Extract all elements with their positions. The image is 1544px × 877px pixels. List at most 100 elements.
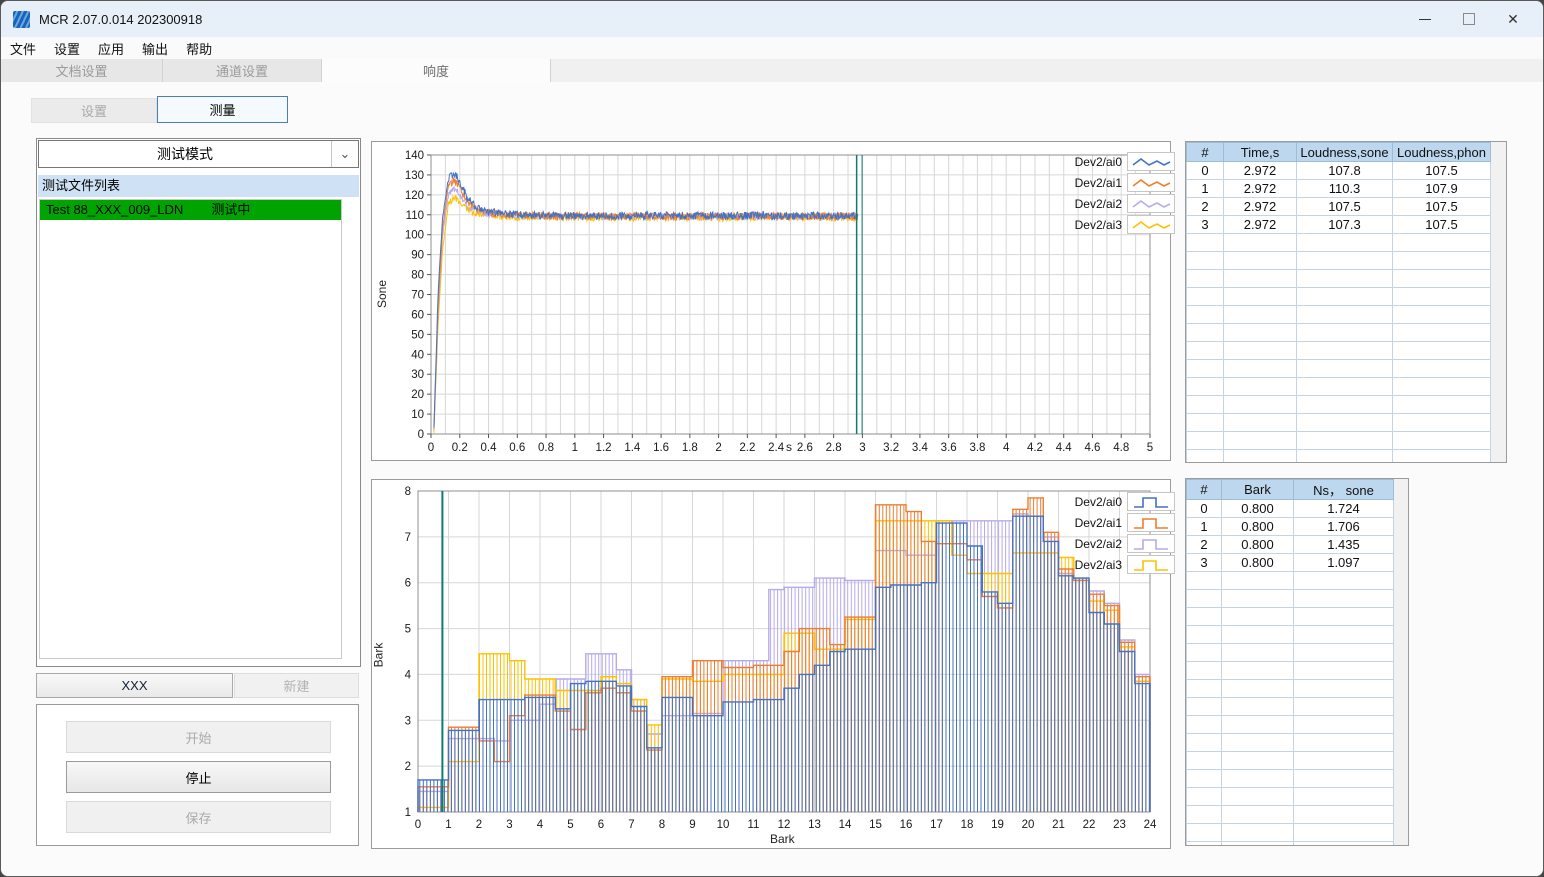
table-cell [1392, 305, 1491, 324]
subtab-settings: 设置 [31, 98, 157, 123]
table-header-cell: # [1186, 142, 1224, 162]
legend-item[interactable]: Dev2/ai3 [1060, 554, 1175, 575]
table-cell: 1.706 [1293, 517, 1394, 536]
menu-help[interactable]: 帮助 [177, 39, 221, 58]
table-row[interactable] [1186, 251, 1491, 270]
table-cell [1186, 287, 1224, 306]
table-cell [1392, 269, 1491, 288]
table-row[interactable] [1186, 269, 1491, 288]
table-row[interactable] [1186, 589, 1394, 608]
legend-item[interactable]: Dev2/ai0 [1060, 151, 1175, 172]
close-button[interactable]: ✕ [1491, 4, 1535, 34]
table-row[interactable]: 1 2.972 110.3 107.9 [1186, 179, 1491, 198]
tab-loudness[interactable]: 响度 [322, 59, 551, 82]
table-cell [1186, 715, 1222, 734]
svg-text:3: 3 [859, 442, 865, 454]
table-row[interactable] [1186, 377, 1491, 396]
table-row[interactable]: 2 0.800 1.435 [1186, 535, 1394, 554]
table-row[interactable] [1186, 805, 1394, 824]
table-row[interactable] [1186, 769, 1394, 788]
table-cell [1186, 571, 1222, 590]
svg-text:0.8: 0.8 [538, 442, 554, 454]
table-row[interactable]: 0 0.800 1.724 [1186, 499, 1394, 518]
table-row[interactable] [1186, 305, 1491, 324]
table-row[interactable] [1186, 697, 1394, 716]
table-header-cell: # [1186, 479, 1222, 500]
tab-document-settings[interactable]: 文档设置 [1, 59, 163, 82]
table-cell [1293, 823, 1394, 842]
loudness-time-chart[interactable]: 0 10 20 30 40 50 60 70 80 90 100 110 120 130 140 0 0.2 0.… [372, 142, 1170, 460]
svg-text:10: 10 [411, 409, 424, 421]
table-row[interactable] [1186, 733, 1394, 752]
table-row[interactable] [1186, 395, 1491, 414]
menu-output[interactable]: 输出 [133, 39, 177, 58]
legend-item[interactable]: Dev2/ai3 [1060, 214, 1175, 235]
table-row[interactable] [1186, 431, 1491, 450]
table-row[interactable] [1186, 413, 1491, 432]
table-row[interactable] [1186, 625, 1394, 644]
table-row[interactable]: 1 0.800 1.706 [1186, 517, 1394, 536]
table-row[interactable] [1186, 715, 1394, 734]
maximize-button[interactable] [1447, 4, 1491, 34]
svg-text:2: 2 [715, 442, 721, 454]
table-cell [1221, 841, 1294, 845]
test-mode-value: 测试模式 [157, 146, 213, 162]
test-mode-dropdown[interactable]: 测试模式 ⌄ [38, 140, 359, 168]
table-row[interactable] [1186, 787, 1394, 806]
svg-text:17: 17 [930, 819, 943, 831]
table-row[interactable] [1186, 823, 1394, 842]
table-row[interactable] [1186, 841, 1394, 845]
test-file-list: Test 88_XXX_009_LDN 测试中 [39, 199, 342, 659]
table-cell [1221, 823, 1294, 842]
table-cell [1296, 431, 1393, 450]
menu-apply[interactable]: 应用 [89, 39, 133, 58]
table-row[interactable] [1186, 643, 1394, 662]
xxx-button[interactable]: XXX [36, 673, 233, 698]
table-cell [1186, 589, 1222, 608]
legend-item[interactable]: Dev2/ai0 [1060, 491, 1175, 512]
legend-label: Dev2/ai1 [1074, 175, 1122, 190]
chevron-down-icon[interactable]: ⌄ [331, 141, 358, 167]
table-row[interactable]: 3 0.800 1.097 [1186, 553, 1394, 572]
subtab-measure[interactable]: 测量 [157, 96, 288, 123]
table-header-cell: Ns， sone [1293, 479, 1394, 500]
table-cell: 107.5 [1296, 197, 1393, 216]
svg-text:3.8: 3.8 [969, 442, 985, 454]
svg-text:1.2: 1.2 [596, 442, 612, 454]
legend-item[interactable]: Dev2/ai2 [1060, 533, 1175, 554]
tab-channel-settings[interactable]: 通道设置 [163, 59, 322, 82]
table-row[interactable] [1186, 323, 1491, 342]
table-row[interactable] [1186, 661, 1394, 680]
legend-item[interactable]: Dev2/ai2 [1060, 193, 1175, 214]
table-cell: 107.5 [1392, 197, 1491, 216]
stop-button[interactable]: 停止 [66, 761, 331, 793]
table-cell [1223, 359, 1297, 378]
table-row[interactable]: 0 2.972 107.8 107.5 [1186, 161, 1491, 180]
test-file-item[interactable]: Test 88_XXX_009_LDN 测试中 [40, 200, 341, 220]
table-row[interactable] [1186, 751, 1394, 770]
table-cell [1221, 787, 1294, 806]
table-row[interactable] [1186, 571, 1394, 590]
table-row[interactable]: 2 2.972 107.5 107.5 [1186, 197, 1491, 216]
table-row[interactable] [1186, 607, 1394, 626]
table-row[interactable]: 3 2.972 107.3 107.5 [1186, 215, 1491, 234]
minimize-button[interactable] [1403, 4, 1447, 34]
legend-item[interactable]: Dev2/ai1 [1060, 172, 1175, 193]
legend-item[interactable]: Dev2/ai1 [1060, 512, 1175, 533]
menu-file[interactable]: 文件 [1, 39, 45, 58]
table-row[interactable] [1186, 287, 1491, 306]
table-row[interactable] [1186, 341, 1491, 360]
table-cell: 0.800 [1221, 535, 1294, 554]
table-row[interactable] [1186, 679, 1394, 698]
table-cell: 107.5 [1392, 215, 1491, 234]
table-cell: 0 [1186, 499, 1222, 518]
table-cell [1293, 643, 1394, 662]
svg-text:70: 70 [411, 290, 424, 302]
table-cell [1223, 395, 1297, 414]
menu-settings[interactable]: 设置 [45, 39, 89, 58]
specific-loudness-chart[interactable]: 123456780 1 2 3 4 5 6 7 8 9 10 11 12 13 14 15 16 17 18 19 20… [372, 480, 1170, 848]
table-row[interactable] [1186, 233, 1491, 252]
table-row[interactable] [1186, 449, 1491, 462]
table-row[interactable] [1186, 359, 1491, 378]
table-cell [1186, 341, 1224, 360]
